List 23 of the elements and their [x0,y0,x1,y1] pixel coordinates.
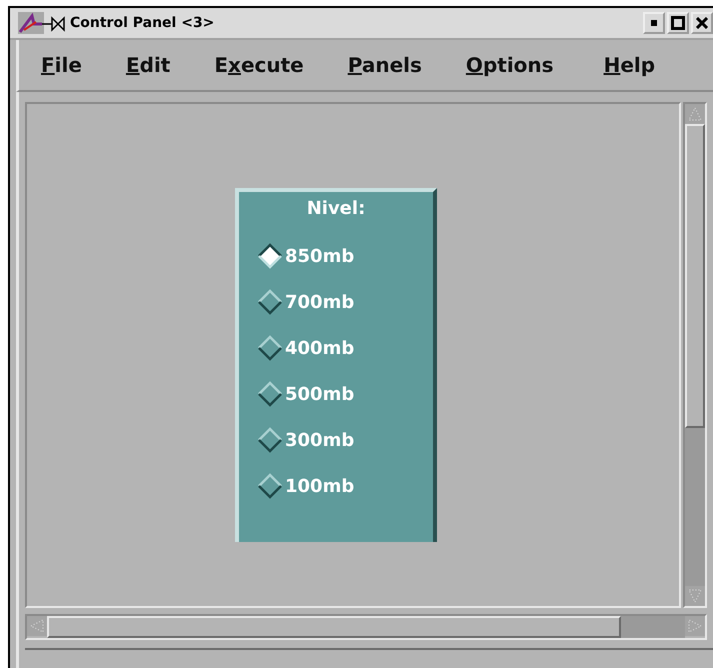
minimize-button[interactable] [643,12,665,34]
vertical-scrollbar[interactable] [683,102,707,608]
radio-diamond-icon [257,473,283,499]
radio-diamond-icon [257,289,283,315]
close-icon [696,17,708,29]
menu-item[interactable]: File [41,53,82,77]
window-title: Control Panel <3> [70,15,216,31]
radio-diamond-icon [257,335,283,361]
menu-item[interactable]: Panels [348,53,422,77]
scroll-thumb[interactable] [685,124,705,428]
menu-item[interactable]: Edit [126,53,170,77]
radio-diamond-icon [257,381,283,407]
radio-diamond-icon [257,243,283,269]
panel-title: Nivel: [306,198,366,219]
radio-diamond-icon [257,427,283,453]
menu-item[interactable]: Help [604,53,656,77]
horizontal-scrollbar[interactable] [25,614,707,640]
app-logo-icon [18,12,66,34]
maximize-button[interactable] [667,12,689,34]
menu-item[interactable]: Options [466,53,554,77]
scroll-thumb[interactable] [47,616,621,638]
menu-item[interactable]: Execute [214,53,304,77]
close-button[interactable] [691,12,713,34]
